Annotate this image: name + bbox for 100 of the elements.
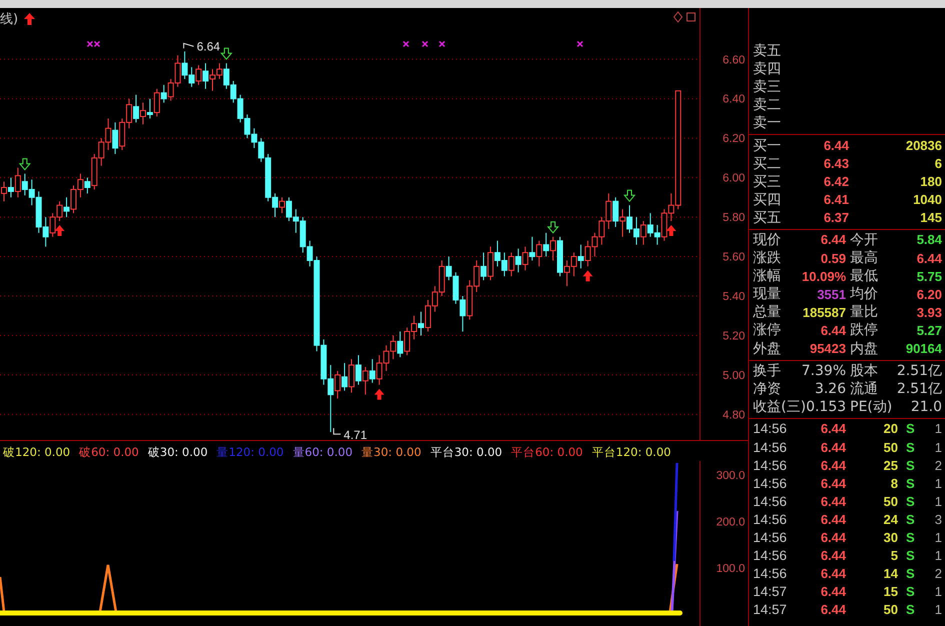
indicator-axis-label: 100.0 bbox=[716, 563, 745, 575]
ask-level-label: 卖四 bbox=[752, 60, 782, 78]
trade-side: S bbox=[905, 421, 916, 436]
quote-value: 6.20 bbox=[916, 286, 942, 302]
indicator-legend-label: 量120: 0.00 bbox=[216, 445, 284, 461]
price-axis-label: 5.00 bbox=[722, 370, 745, 382]
indicator-legend-label: 量30: 0.00 bbox=[362, 445, 422, 461]
indicator-legend-label: 破30: 0.00 bbox=[148, 445, 208, 461]
trade-count: 1 bbox=[934, 494, 943, 509]
trade-price: 6.44 bbox=[820, 530, 846, 545]
trade-side: S bbox=[905, 440, 916, 455]
quote-value: 10.09% bbox=[802, 268, 846, 284]
bid-price: 6.41 bbox=[822, 192, 849, 208]
quote-label: 涨幅 bbox=[753, 267, 781, 286]
quote-value: 3551 bbox=[817, 286, 846, 302]
trade-side: S bbox=[905, 530, 916, 545]
quote-label: 内盘 bbox=[850, 340, 878, 358]
low-price-label: 4.71 bbox=[344, 428, 367, 440]
fundamental-label: 股本 bbox=[850, 362, 878, 380]
trade-volume: 25 bbox=[882, 458, 898, 473]
trade-time: 14:56 bbox=[752, 440, 788, 455]
quote-value: 5.84 bbox=[916, 232, 942, 248]
ask-level-label: 卖五 bbox=[752, 42, 782, 60]
quote-label: 均价 bbox=[850, 285, 878, 304]
ask-level-label: 卖一 bbox=[752, 114, 782, 132]
indicator-legend-label: 破60: 0.00 bbox=[79, 445, 139, 461]
trade-side: S bbox=[905, 602, 916, 618]
fundamental-value: 2.51亿 bbox=[896, 380, 942, 398]
trade-volume: 30 bbox=[882, 530, 898, 545]
price-axis-label: 5.60 bbox=[722, 252, 745, 264]
trade-count: 1 bbox=[934, 421, 943, 436]
quote-label: 涨停 bbox=[753, 321, 781, 340]
trade-side: S bbox=[905, 494, 916, 509]
trade-price: 6.44 bbox=[820, 494, 846, 509]
trade-side: S bbox=[905, 476, 916, 491]
price-axis-label: 6.20 bbox=[722, 133, 745, 146]
trade-side: S bbox=[905, 512, 916, 527]
price-axis-label: 6.40 bbox=[722, 94, 745, 106]
up-arrow-icon bbox=[54, 225, 65, 236]
trade-price: 6.44 bbox=[820, 566, 846, 582]
indicator-legend-label: 平台60: 0.00 bbox=[511, 445, 583, 461]
trade-time: 14:56 bbox=[752, 458, 788, 473]
quote-label: 最高 bbox=[850, 249, 878, 268]
trade-time: 14:56 bbox=[752, 476, 788, 491]
price-axis-label: 6.60 bbox=[722, 54, 745, 66]
ask-level-label: 卖二 bbox=[752, 96, 782, 114]
indicator-axis-label: 200.0 bbox=[716, 516, 745, 528]
trade-time: 14:56 bbox=[752, 421, 788, 436]
price-axis-label: 4.80 bbox=[722, 409, 745, 422]
quote-label: 外盘 bbox=[753, 340, 781, 358]
trade-side: S bbox=[905, 548, 916, 564]
quote-label: 最低 bbox=[850, 267, 878, 286]
bid-volume: 20836 bbox=[904, 138, 943, 154]
indicator-legend-label: 破120: 0.00 bbox=[3, 445, 70, 461]
trade-time: 14:56 bbox=[752, 530, 788, 545]
indicator-axis-label: 300.0 bbox=[716, 470, 745, 482]
bid-price: 6.44 bbox=[822, 138, 849, 154]
leader-line bbox=[333, 428, 342, 435]
fundamental-label: 流通 bbox=[850, 380, 878, 398]
quote-label: 量比 bbox=[850, 303, 878, 322]
down-arrow-icon bbox=[18, 158, 31, 170]
trade-count: 1 bbox=[934, 530, 943, 545]
high-price-label: 6.64 bbox=[196, 39, 220, 54]
trade-count: 1 bbox=[934, 440, 943, 455]
quote-label: 涨跌 bbox=[753, 249, 781, 268]
indicator-legend-label: 平台30: 0.00 bbox=[430, 445, 502, 461]
down-arrow-icon bbox=[623, 190, 636, 202]
trade-volume: 14 bbox=[882, 566, 898, 582]
quote-label: 总量 bbox=[753, 303, 781, 322]
trade-time: 14:57 bbox=[752, 602, 788, 618]
fundamental-label: 净资 bbox=[753, 380, 781, 398]
quote-value: 0.59 bbox=[820, 250, 846, 266]
trade-time: 14:56 bbox=[752, 566, 788, 582]
trade-count: 2 bbox=[934, 566, 943, 582]
bid-level-label: 买四 bbox=[752, 190, 782, 209]
trade-price: 6.44 bbox=[820, 421, 846, 436]
fundamental-value: 2.51亿 bbox=[896, 362, 942, 380]
bid-price: 6.42 bbox=[822, 174, 849, 190]
trade-time: 14:56 bbox=[752, 494, 788, 509]
fundamental-value: 7.39% bbox=[802, 362, 846, 379]
chart-title: 线) bbox=[0, 11, 18, 28]
indicator-legend-label: 平台120: 0.00 bbox=[592, 445, 671, 461]
quote-value: 5.75 bbox=[916, 268, 942, 284]
price-axis-label: 5.20 bbox=[722, 330, 745, 342]
quote-label: 现量 bbox=[753, 285, 781, 304]
ask-level-label: 卖三 bbox=[752, 78, 782, 96]
down-arrow-icon bbox=[546, 221, 560, 234]
trade-price: 6.44 bbox=[820, 458, 846, 473]
quote-value: 185587 bbox=[802, 304, 846, 320]
trade-side: S bbox=[905, 584, 916, 600]
bid-price: 6.37 bbox=[822, 210, 849, 226]
trade-count: 3 bbox=[934, 512, 943, 527]
bid-level-label: 买五 bbox=[752, 208, 782, 227]
fundamental-label: PE(动) bbox=[850, 398, 892, 416]
cross-mark-icon bbox=[576, 40, 584, 48]
trade-price: 6.44 bbox=[820, 548, 846, 564]
cross-mark-icon bbox=[438, 40, 446, 48]
trade-volume: 15 bbox=[882, 584, 898, 600]
trade-volume: 24 bbox=[882, 512, 898, 527]
trade-side: S bbox=[905, 458, 916, 473]
